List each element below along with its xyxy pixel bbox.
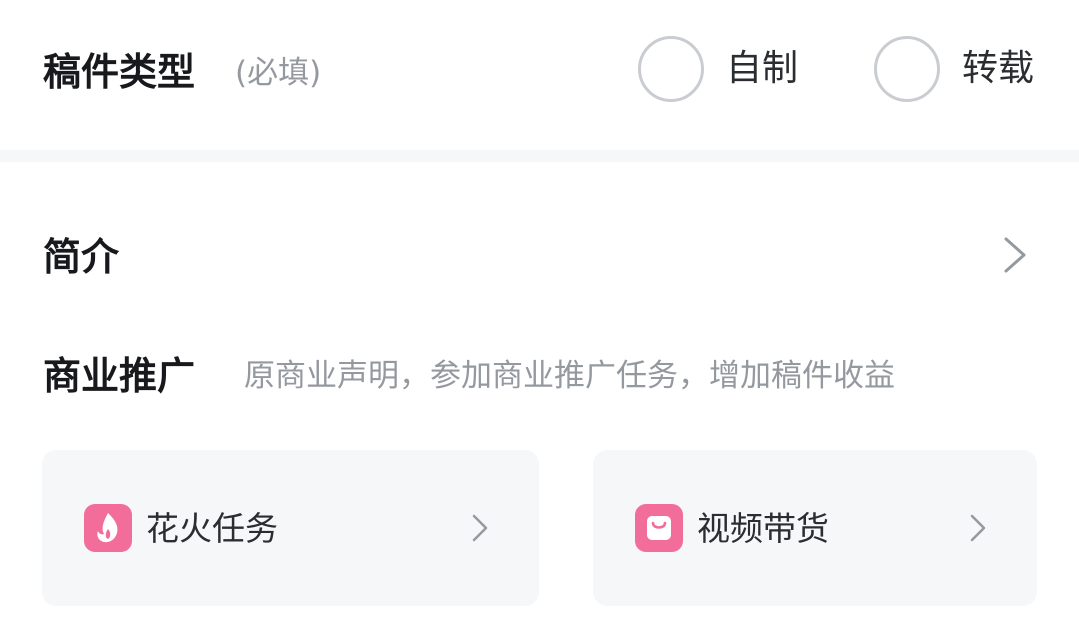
spark-task-card[interactable]: 花火任务	[42, 450, 539, 606]
radio-circle-icon[interactable]	[638, 36, 704, 102]
radio-label-repost: 转载	[962, 48, 1035, 89]
radio-option-original[interactable]: 自制	[638, 36, 798, 102]
section-divider	[0, 150, 1079, 162]
commercial-promotion-title: 商业推广	[43, 354, 196, 398]
chevron-right-icon	[472, 514, 488, 542]
chevron-right-icon[interactable]	[996, 235, 1032, 275]
radio-option-repost[interactable]: 转载	[874, 36, 1034, 102]
video-shopping-label: 视频带货	[697, 509, 829, 548]
shopping-bag-icon	[635, 504, 683, 552]
flame-icon	[84, 504, 132, 552]
upload-settings-page: 稿件类型 (必填) 自制 转载 简介 商业推广 原商业声明，参加商业推广任务，增…	[0, 0, 1079, 631]
chevron-right-icon	[970, 514, 986, 542]
radio-label-original: 自制	[726, 48, 799, 89]
manuscript-type-title: 稿件类型	[43, 50, 196, 94]
radio-circle-icon[interactable]	[874, 36, 940, 102]
commercial-promotion-description: 原商业声明，参加商业推广任务，增加稿件收益	[244, 358, 895, 394]
required-hint: (必填)	[235, 55, 322, 91]
video-shopping-card[interactable]: 视频带货	[593, 450, 1037, 606]
manuscript-type-row: 稿件类型 (必填) 自制 转载	[0, 0, 1079, 150]
intro-row[interactable]: 简介	[0, 205, 1079, 305]
intro-title: 简介	[43, 235, 120, 279]
spark-task-label: 花火任务	[146, 509, 278, 548]
